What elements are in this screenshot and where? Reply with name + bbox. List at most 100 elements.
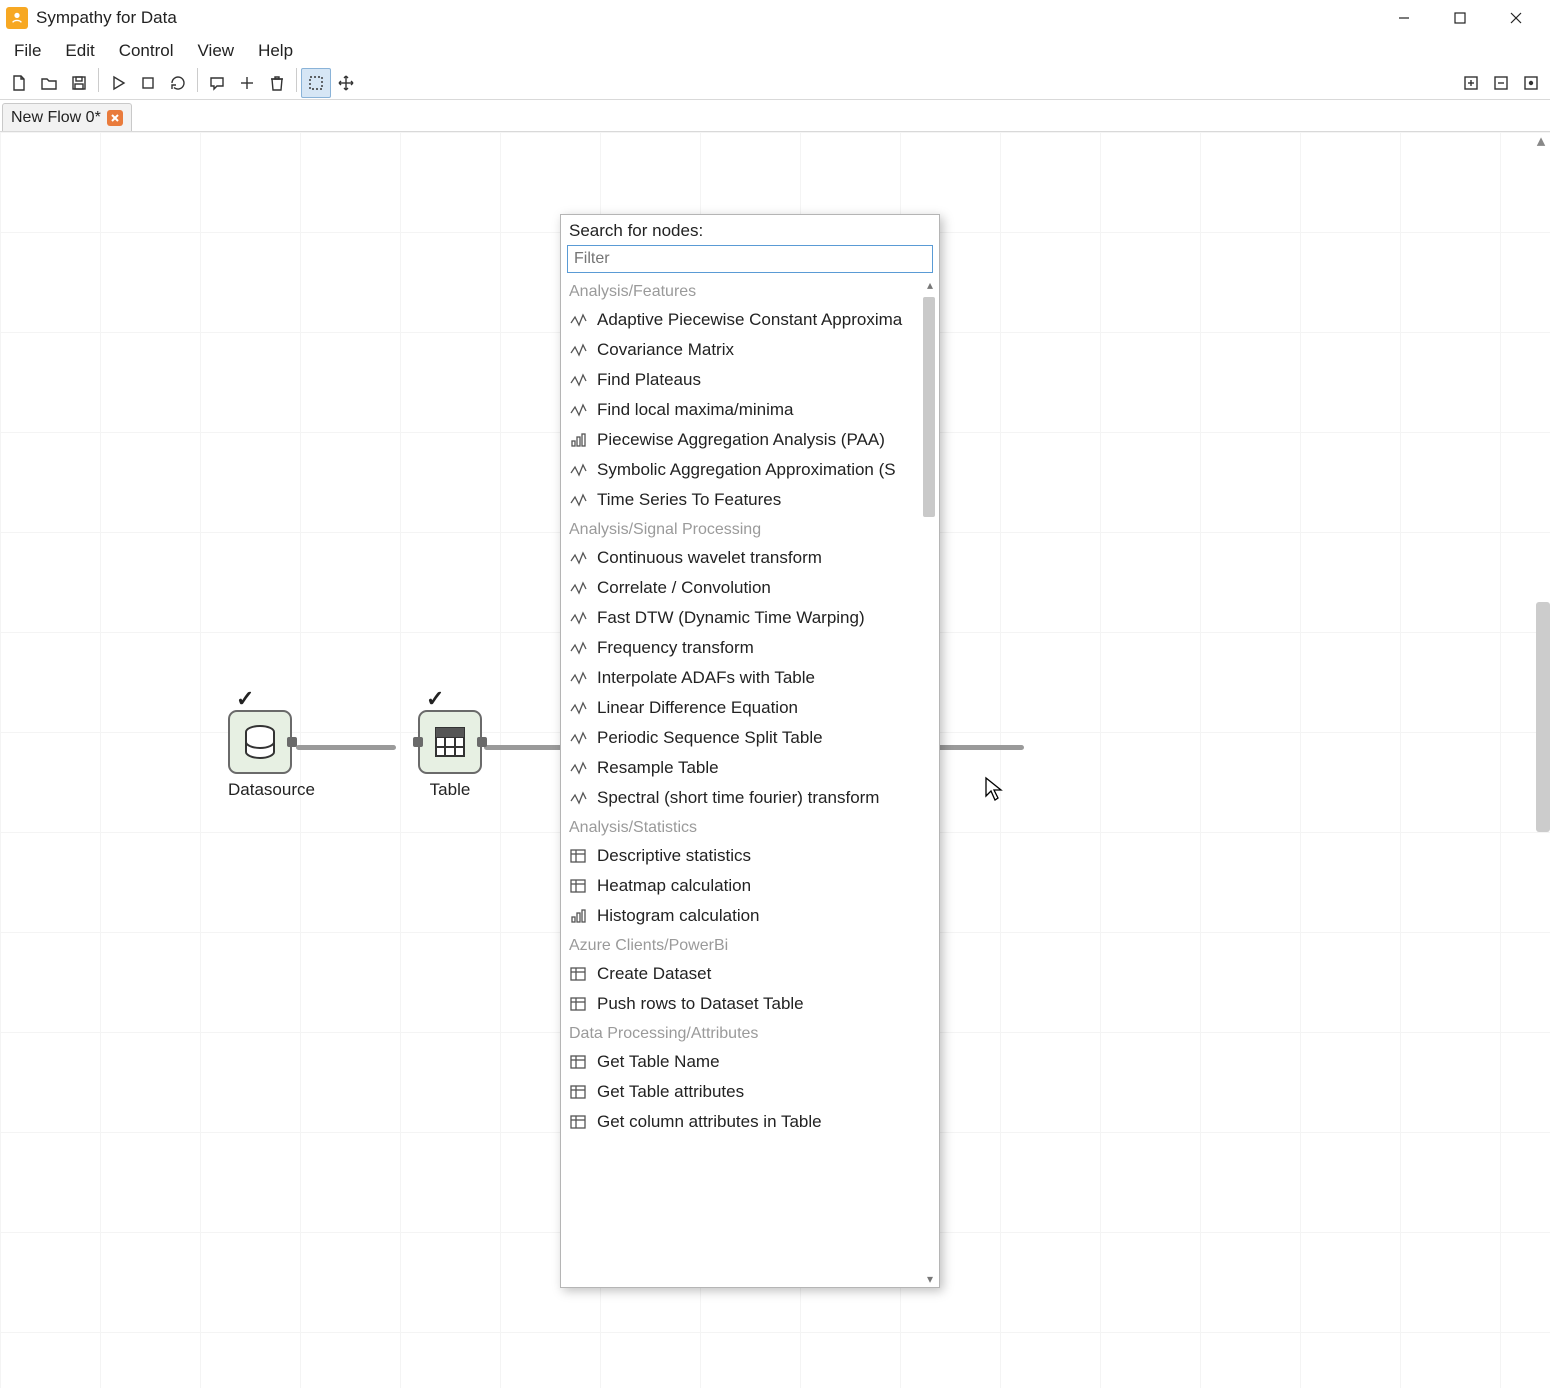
minimize-button[interactable] [1376,0,1432,36]
node-list-item[interactable]: Descriptive statistics [561,841,921,871]
menu-view[interactable]: View [188,38,245,64]
node-list-item[interactable]: Adaptive Piecewise Constant Approxima [561,305,921,335]
node-list-label: Fast DTW (Dynamic Time Warping) [597,608,865,628]
dataset-icon [569,965,587,983]
col-attr-icon [569,1113,587,1131]
correlate-icon [569,579,587,597]
node-box[interactable] [418,710,482,774]
node-search-popup: Search for nodes: Analysis/FeaturesAdapt… [560,214,940,1288]
node-list-item[interactable]: Periodic Sequence Split Table [561,723,921,753]
zoom-out-icon[interactable] [1486,68,1516,98]
category-header: Analysis/Features [561,277,921,305]
node-list-item[interactable]: Get column attributes in Table [561,1107,921,1137]
scroll-up-icon[interactable]: ▴ [1532,132,1550,150]
spectral-icon [569,789,587,807]
node-box[interactable] [228,710,292,774]
tab-flow[interactable]: New Flow 0* [2,103,132,131]
scroll-down-icon[interactable]: ▾ [922,1271,938,1287]
close-button[interactable] [1488,0,1544,36]
node-list-item[interactable]: Frequency transform [561,633,921,663]
menu-file[interactable]: File [4,38,51,64]
maximize-button[interactable] [1432,0,1488,36]
arrow-right-icon [569,491,587,509]
toolbar [0,66,1550,100]
stop-icon[interactable] [133,68,163,98]
node-list-label: Symbolic Aggregation Approximation (S [597,460,896,480]
dtw-icon [569,609,587,627]
node-list-label: Get column attributes in Table [597,1112,822,1132]
table-icon [569,1053,587,1071]
category-header: Analysis/Statistics [561,813,921,841]
wavelet-icon [569,549,587,567]
node-list-item[interactable]: Correlate / Convolution [561,573,921,603]
node-list-label: Correlate / Convolution [597,578,771,598]
plateau-icon [569,371,587,389]
node-list-label: Time Series To Features [597,490,781,510]
category-header: Azure Clients/PowerBi [561,931,921,959]
node-list-item[interactable]: Continuous wavelet transform [561,543,921,573]
comment-icon[interactable] [202,68,232,98]
node-list-item[interactable]: Interpolate ADAFs with Table [561,663,921,693]
menu-help[interactable]: Help [248,38,303,64]
freq-icon [569,639,587,657]
input-port[interactable] [413,737,423,747]
node-list-label: Frequency transform [597,638,754,658]
node-list-item[interactable]: Spectral (short time fourier) transform [561,783,921,813]
wave-icon [569,311,587,329]
move-icon[interactable] [331,68,361,98]
flow-canvas[interactable]: ✓ Datasource ✓ Table Search for nodes: A… [0,132,1550,1388]
heatmap-icon [569,877,587,895]
node-table[interactable]: ✓ Table [418,710,482,800]
search-input[interactable] [567,245,933,273]
selection-icon[interactable] [301,68,331,98]
node-list-item[interactable]: Histogram calculation [561,901,921,931]
node-list-label: Resample Table [597,758,719,778]
node-list-item[interactable]: Linear Difference Equation [561,693,921,723]
node-list-item[interactable]: Create Dataset [561,959,921,989]
node-list-item[interactable]: Symbolic Aggregation Approximation (S [561,455,921,485]
node-list-item[interactable]: Get Table Name [561,1047,921,1077]
node-list-label: Push rows to Dataset Table [597,994,804,1014]
menu-control[interactable]: Control [109,38,184,64]
node-list-item[interactable]: Push rows to Dataset Table [561,989,921,1019]
node-list-item[interactable]: Get Table attributes [561,1077,921,1107]
scroll-up-icon[interactable]: ▴ [922,277,938,293]
node-list-item[interactable]: Find Plateaus [561,365,921,395]
scroll-thumb[interactable] [1536,602,1550,832]
play-icon[interactable] [103,68,133,98]
fit-icon[interactable] [1516,68,1546,98]
node-list-label: Interpolate ADAFs with Table [597,668,815,688]
node-list-item[interactable]: Heatmap calculation [561,871,921,901]
app-icon [6,7,28,29]
canvas-scrollbar[interactable]: ▴ [1532,132,1550,1388]
node-list-item[interactable]: Time Series To Features [561,485,921,515]
scroll-thumb[interactable] [923,297,935,517]
open-folder-icon[interactable] [34,68,64,98]
node-list-item[interactable]: Fast DTW (Dynamic Time Warping) [561,603,921,633]
popup-scrollbar[interactable]: ▴ ▾ [921,277,939,1287]
node-list-item[interactable]: Resample Table [561,753,921,783]
tab-close-button[interactable] [107,110,123,126]
plus-icon[interactable] [232,68,262,98]
trash-icon[interactable] [262,68,292,98]
app-title: Sympathy for Data [36,8,177,28]
node-list-label: Adaptive Piecewise Constant Approxima [597,310,902,330]
zoom-in-icon[interactable] [1456,68,1486,98]
scatter-icon [569,341,587,359]
new-file-icon[interactable] [4,68,34,98]
node-datasource[interactable]: ✓ Datasource [228,710,315,800]
node-list-label: Covariance Matrix [597,340,734,360]
node-list-label: Histogram calculation [597,906,760,926]
output-port[interactable] [287,737,297,747]
menu-edit[interactable]: Edit [55,38,104,64]
node-list-item[interactable]: Covariance Matrix [561,335,921,365]
save-icon[interactable] [64,68,94,98]
node-list-item[interactable]: Piecewise Aggregation Analysis (PAA) [561,425,921,455]
node-list-item[interactable]: Find local maxima/minima [561,395,921,425]
diff-icon [569,699,587,717]
output-port[interactable] [477,737,487,747]
reload-icon[interactable] [163,68,193,98]
node-list-label: Descriptive statistics [597,846,751,866]
node-list-label: Get Table attributes [597,1082,744,1102]
extrema-icon [569,401,587,419]
